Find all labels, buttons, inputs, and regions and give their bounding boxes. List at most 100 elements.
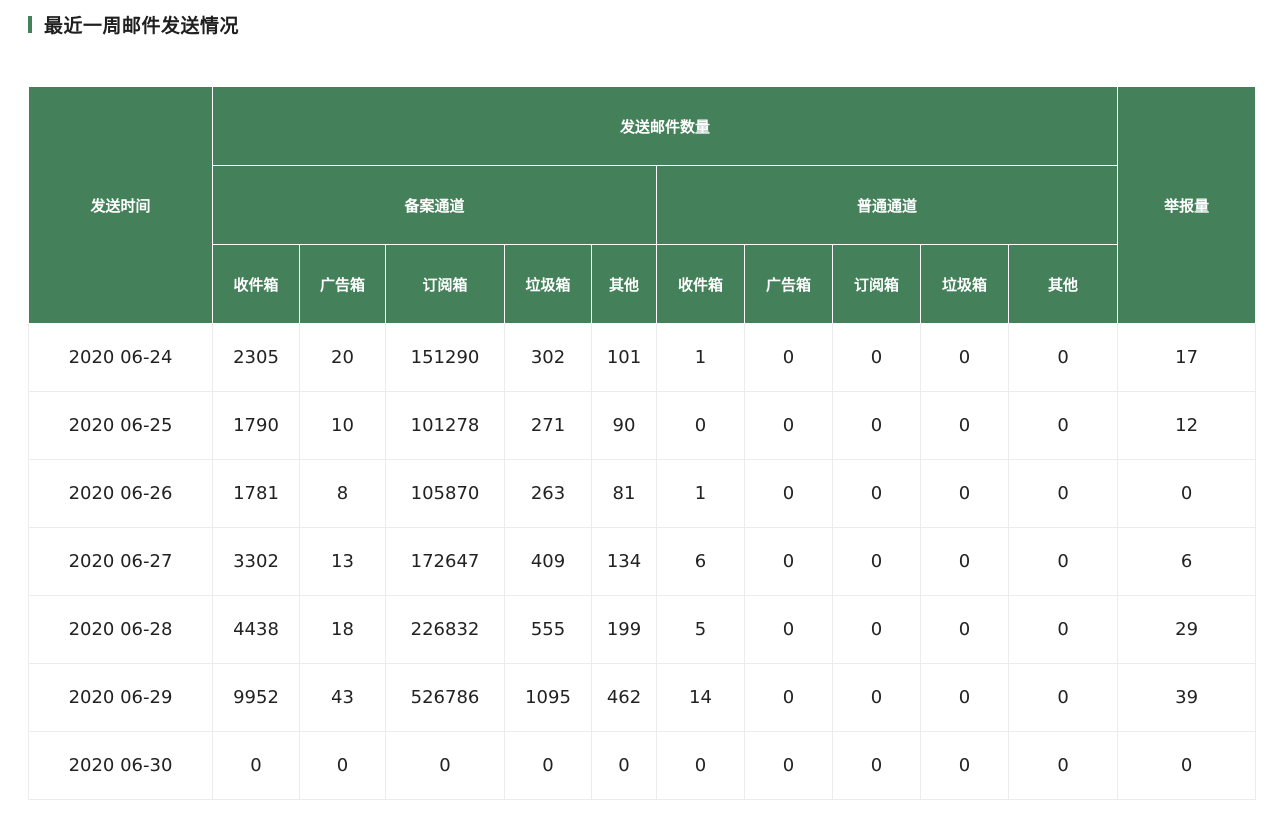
cell-date: 2020 06-25	[28, 391, 213, 460]
cell-date: 2020 06-24	[28, 323, 213, 392]
cell-normal-other: 0	[1007, 663, 1119, 732]
cell-normal-subscription: 0	[832, 527, 921, 596]
cell-normal-inbox: 1	[656, 323, 745, 392]
cell-normal-inbox: 0	[656, 731, 745, 800]
cell-filed-inbox: 4438	[212, 595, 300, 664]
header-report-count: 举报量	[1117, 86, 1257, 324]
table-row: 2020 06-24 2305 20 151290 302 101 1 0 0 0 0 17	[28, 323, 1257, 392]
cell-report-count: 12	[1117, 391, 1257, 460]
cell-filed-inbox: 1790	[212, 391, 300, 460]
cell-normal-ads: 0	[744, 391, 833, 460]
cell-filed-other: 462	[591, 663, 657, 732]
mail-stats-table: 发送时间 发送邮件数量 举报量 备案通道 普通通道 收件箱 广告箱 订阅箱 垃圾…	[28, 86, 1257, 800]
cell-filed-inbox: 3302	[212, 527, 300, 596]
header-filed-inbox: 收件箱	[212, 244, 300, 324]
cell-date: 2020 06-26	[28, 459, 213, 528]
cell-normal-subscription: 0	[832, 731, 921, 800]
cell-report-count: 6	[1117, 527, 1257, 596]
cell-filed-other: 81	[591, 459, 657, 528]
cell-report-count: 0	[1117, 731, 1257, 800]
cell-filed-inbox: 0	[212, 731, 300, 800]
table-row: 2020 06-25 1790 10 101278 271 90 0 0 0 0 0 12	[28, 391, 1257, 460]
cell-normal-spam: 0	[920, 731, 1009, 800]
section-title: 最近一周邮件发送情况	[44, 14, 240, 37]
cell-report-count: 0	[1117, 459, 1257, 528]
cell-normal-inbox: 6	[656, 527, 745, 596]
cell-normal-ads: 0	[744, 663, 833, 732]
header-send-time: 发送时间	[28, 86, 213, 324]
header-filed-other: 其他	[591, 244, 657, 324]
header-normal-inbox: 收件箱	[656, 244, 745, 324]
cell-date: 2020 06-29	[28, 663, 213, 732]
cell-filed-other: 101	[591, 323, 657, 392]
cell-normal-other: 0	[1007, 731, 1119, 800]
cell-normal-subscription: 0	[832, 459, 921, 528]
header-normal-channel: 普通通道	[655, 165, 1119, 245]
table-body: 2020 06-24 2305 20 151290 302 101 1 0 0 0 0 17 2020 …	[28, 323, 1257, 800]
cell-report-count: 17	[1117, 323, 1257, 392]
cell-filed-subscription: 226832	[385, 595, 505, 664]
cell-filed-subscription: 105870	[385, 459, 505, 528]
cell-normal-spam: 0	[920, 527, 1009, 596]
cell-normal-subscription: 0	[832, 391, 921, 460]
cell-normal-spam: 0	[920, 663, 1009, 732]
cell-normal-spam: 0	[920, 323, 1009, 392]
cell-filed-inbox: 1781	[212, 459, 300, 528]
cell-normal-subscription: 0	[832, 595, 921, 664]
cell-filed-ads: 43	[299, 663, 386, 732]
cell-filed-ads: 20	[299, 323, 386, 392]
cell-report-count: 29	[1117, 595, 1257, 664]
cell-normal-spam: 0	[920, 391, 1009, 460]
header-normal-other: 其他	[1007, 244, 1119, 324]
header-filed-subscription: 订阅箱	[385, 244, 505, 324]
cell-filed-subscription: 151290	[385, 323, 505, 392]
header-filed-ads: 广告箱	[299, 244, 386, 324]
cell-filed-other: 134	[591, 527, 657, 596]
cell-filed-subscription: 0	[385, 731, 505, 800]
cell-filed-ads: 18	[299, 595, 386, 664]
cell-normal-ads: 0	[744, 527, 833, 596]
cell-normal-inbox: 0	[656, 391, 745, 460]
cell-normal-other: 0	[1007, 595, 1119, 664]
cell-filed-ads: 8	[299, 459, 386, 528]
cell-filed-spam: 555	[504, 595, 592, 664]
cell-date: 2020 06-30	[28, 731, 213, 800]
cell-normal-inbox: 1	[656, 459, 745, 528]
cell-filed-spam: 271	[504, 391, 592, 460]
cell-normal-other: 0	[1007, 391, 1119, 460]
table-row: 2020 06-29 9952 43 526786 1095 462 14 0 0 0 0 39	[28, 663, 1257, 732]
cell-filed-ads: 13	[299, 527, 386, 596]
table-row: 2020 06-27 3302 13 172647 409 134 6 0 0 0 0 6	[28, 527, 1257, 596]
cell-normal-other: 0	[1007, 527, 1119, 596]
cell-normal-other: 0	[1007, 323, 1119, 392]
cell-filed-inbox: 2305	[212, 323, 300, 392]
cell-normal-inbox: 14	[656, 663, 745, 732]
header-normal-spam: 垃圾箱	[920, 244, 1009, 324]
table-row: 2020 06-30 0 0 0 0 0 0 0 0 0 0 0	[28, 731, 1257, 800]
cell-normal-ads: 0	[744, 595, 833, 664]
cell-filed-ads: 10	[299, 391, 386, 460]
header-normal-subscription: 订阅箱	[832, 244, 921, 324]
cell-filed-other: 0	[591, 731, 657, 800]
table-row: 2020 06-26 1781 8 105870 263 81 1 0 0 0 0 0	[28, 459, 1257, 528]
cell-filed-inbox: 9952	[212, 663, 300, 732]
header-filed-spam: 垃圾箱	[504, 244, 592, 324]
title-accent-bar	[28, 15, 32, 33]
cell-normal-subscription: 0	[832, 663, 921, 732]
cell-filed-subscription: 526786	[385, 663, 505, 732]
header-filed-channel: 备案通道	[212, 165, 657, 245]
cell-date: 2020 06-28	[28, 595, 213, 664]
cell-report-count: 39	[1117, 663, 1257, 732]
cell-date: 2020 06-27	[28, 527, 213, 596]
cell-filed-ads: 0	[299, 731, 386, 800]
cell-filed-subscription: 101278	[385, 391, 505, 460]
cell-normal-ads: 0	[744, 459, 833, 528]
cell-filed-other: 90	[591, 391, 657, 460]
cell-filed-spam: 0	[504, 731, 592, 800]
cell-normal-ads: 0	[744, 323, 833, 392]
cell-normal-spam: 0	[920, 459, 1009, 528]
cell-filed-subscription: 172647	[385, 527, 505, 596]
header-normal-ads: 广告箱	[744, 244, 833, 324]
cell-filed-spam: 302	[504, 323, 592, 392]
cell-filed-other: 199	[591, 595, 657, 664]
